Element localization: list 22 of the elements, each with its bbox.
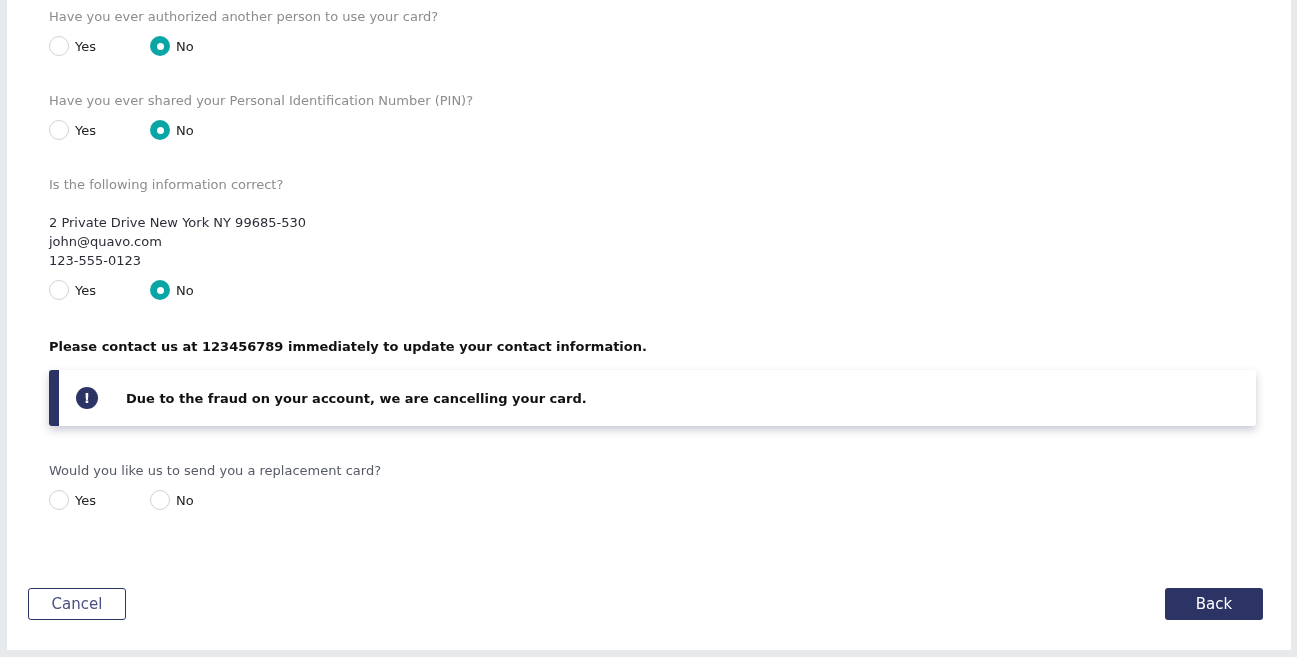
option-label: Yes bbox=[75, 492, 96, 508]
question-text: Have you ever shared your Personal Identification Number (PIN)? bbox=[49, 92, 475, 110]
option-label: No bbox=[176, 492, 194, 508]
exclamation-icon: ! bbox=[76, 387, 98, 409]
option-label: No bbox=[176, 122, 194, 138]
question-text: Is the following information correct? bbox=[49, 176, 285, 194]
radio-button[interactable] bbox=[150, 490, 170, 510]
option-label: No bbox=[176, 38, 194, 54]
info-line: john@quavo.com bbox=[49, 233, 163, 251]
notice-text: Please contact us at 123456789 immediately to update your contact information. bbox=[49, 338, 648, 356]
option-label: No bbox=[176, 282, 194, 298]
cancel-button[interactable]: Cancel bbox=[28, 588, 126, 620]
option-label: Yes bbox=[75, 282, 96, 298]
question-text: Have you ever authorized another person to use your card? bbox=[49, 8, 440, 26]
option-label: Yes bbox=[75, 122, 96, 138]
back-button[interactable]: Back bbox=[1165, 588, 1263, 620]
question-text: Would you like us to send you a replacement card? bbox=[49, 462, 383, 480]
info-line: 2 Private Drive New York NY 99685-530 bbox=[49, 214, 307, 232]
option-label: Yes bbox=[75, 38, 96, 54]
alert-text: Due to the fraud on your account, we are cancelling your card. bbox=[126, 390, 587, 406]
radio-button[interactable] bbox=[49, 490, 69, 510]
info-line: 123-555-0123 bbox=[49, 252, 143, 270]
